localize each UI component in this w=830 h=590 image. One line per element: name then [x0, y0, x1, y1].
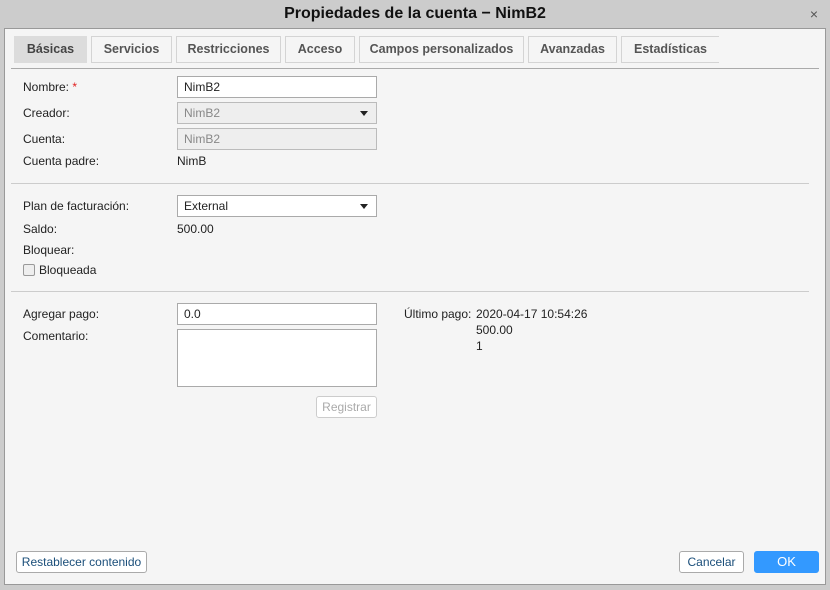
bloqueada-checkbox[interactable]	[23, 264, 35, 276]
reset-button[interactable]: Restablecer contenido	[16, 551, 147, 573]
agregar-pago-input[interactable]: 0.0	[177, 303, 377, 325]
ultimo-pago-fecha: 2020-04-17 10:54:26	[476, 307, 588, 321]
bloqueada-checkbox-row[interactable]: Bloqueada	[23, 263, 96, 277]
section-divider	[11, 183, 809, 184]
ultimo-pago-monto: 500.00	[476, 323, 513, 337]
comentario-textarea[interactable]	[177, 329, 377, 387]
saldo-label: Saldo:	[23, 222, 58, 236]
tab-servicios[interactable]: Servicios	[91, 36, 172, 63]
ultimo-pago-id: 1	[476, 339, 483, 353]
plan-select[interactable]: External	[177, 195, 377, 217]
required-mark: *	[72, 80, 78, 94]
creador-value: NimB2	[184, 106, 221, 120]
ok-button[interactable]: OK	[754, 551, 819, 573]
comentario-label: Comentario:	[23, 329, 89, 343]
bloqueada-label: Bloqueada	[39, 263, 97, 277]
tab-restricciones[interactable]: Restricciones	[176, 36, 281, 63]
tab-basicas[interactable]: Básicas	[14, 36, 87, 63]
creador-select[interactable]: NimB2	[177, 102, 377, 124]
tab-acceso[interactable]: Acceso	[285, 36, 355, 63]
creador-label: Creador:	[23, 106, 70, 120]
close-icon[interactable]: ×	[810, 6, 818, 22]
ultimo-pago-label: Último pago:	[404, 307, 472, 321]
cuenta-padre-label: Cuenta padre:	[23, 154, 100, 168]
registrar-button[interactable]: Registrar	[316, 396, 377, 418]
tab-avanzadas[interactable]: Avanzadas	[528, 36, 617, 63]
tab-estadisticas[interactable]: Estadísticas	[621, 36, 719, 63]
cancel-button[interactable]: Cancelar	[679, 551, 744, 573]
agregar-pago-label: Agregar pago:	[23, 307, 100, 321]
cuenta-label: Cuenta:	[23, 132, 66, 146]
dialog-title: Propiedades de la cuenta − NimB2	[284, 5, 546, 22]
tab-campos-personalizados[interactable]: Campos personalizados	[359, 36, 524, 63]
plan-label: Plan de facturación:	[23, 199, 130, 213]
nombre-label: Nombre: *	[23, 80, 78, 94]
saldo-value: 500.00	[177, 222, 214, 236]
tab-divider	[11, 68, 819, 69]
cuenta-input: NimB2	[177, 128, 377, 150]
plan-value: External	[184, 199, 229, 213]
chevron-down-icon	[360, 111, 368, 116]
chevron-down-icon	[360, 204, 368, 209]
section-divider	[11, 291, 809, 292]
bloquear-label: Bloquear:	[23, 243, 75, 257]
cuenta-padre-value: NimB	[177, 154, 207, 168]
nombre-input[interactable]: NimB2	[177, 76, 377, 98]
